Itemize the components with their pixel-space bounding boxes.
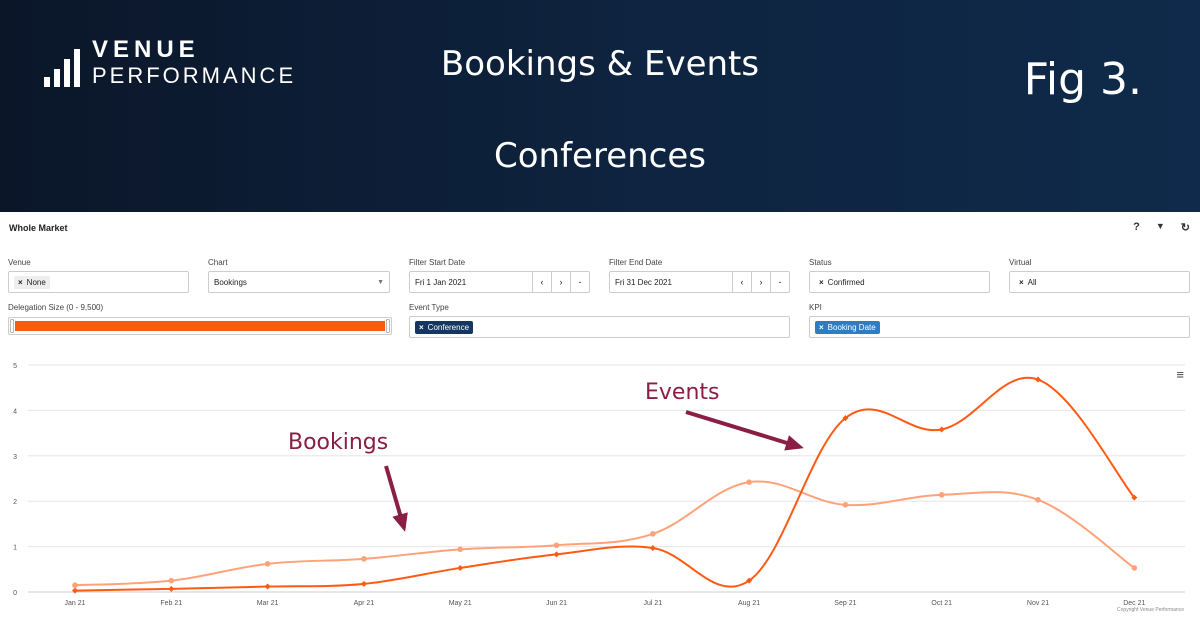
events-point: [168, 585, 175, 592]
bookings-series-line: [74, 480, 1135, 587]
events-arrow: [685, 410, 801, 449]
x-tick-label: Feb 21: [160, 600, 182, 607]
x-tick-label: Apr 21: [354, 600, 375, 607]
bookings-point: [938, 492, 945, 498]
events-point: [553, 551, 560, 558]
x-tick-label: Nov 21: [1027, 600, 1049, 607]
x-tick-label: Aug 21: [738, 600, 760, 607]
bookings-point: [168, 577, 175, 584]
x-tick-label: Jul 21: [643, 600, 662, 607]
y-tick-label: 1: [13, 545, 17, 552]
bookings-point: [842, 502, 849, 508]
events-annotation: Events: [645, 380, 720, 405]
bookings-point: [1131, 565, 1138, 571]
bookings-point: [746, 479, 752, 485]
y-tick-label: 3: [13, 454, 17, 461]
x-tick-label: May 21: [449, 600, 472, 607]
bookings-point: [553, 542, 560, 549]
bookings-point: [361, 556, 367, 562]
line-chart: 0 1 2 3 4 5 Jan 21 Feb 21 Mar 21 Apr 21 May 21 Jun …: [13, 363, 1185, 607]
copyright-text: Copyright Venue Performance: [1117, 607, 1184, 613]
events-point: [457, 564, 464, 571]
bookings-point: [72, 582, 78, 588]
events-series-line: [74, 376, 1136, 592]
bookings-point: [264, 561, 271, 567]
y-tick-label: 2: [13, 499, 17, 506]
bookings-point: [650, 531, 656, 537]
x-tick-label: Sep 21: [834, 600, 856, 607]
events-point: [360, 580, 367, 587]
events-point: [938, 426, 945, 433]
bookings-annotation: Bookings: [288, 430, 389, 455]
x-tick-label: Jun 21: [546, 600, 567, 607]
bookings-point: [1035, 497, 1041, 503]
x-tick-label: Dec 21: [1123, 600, 1145, 607]
events-point: [72, 587, 78, 594]
events-point: [649, 544, 656, 551]
events-point: [264, 583, 271, 590]
x-tick-label: Jan 21: [64, 600, 85, 607]
y-tick-label: 5: [13, 363, 17, 370]
events-arrow-head: [784, 435, 804, 451]
x-tick-label: Mar 21: [257, 600, 279, 607]
events-point: [1035, 376, 1041, 383]
y-tick-label: 4: [13, 408, 17, 415]
x-tick-label: Oct 21: [931, 600, 952, 607]
bookings-point: [457, 546, 464, 553]
y-tick-label: 0: [13, 590, 17, 597]
bookings-arrow-head: [392, 512, 408, 532]
